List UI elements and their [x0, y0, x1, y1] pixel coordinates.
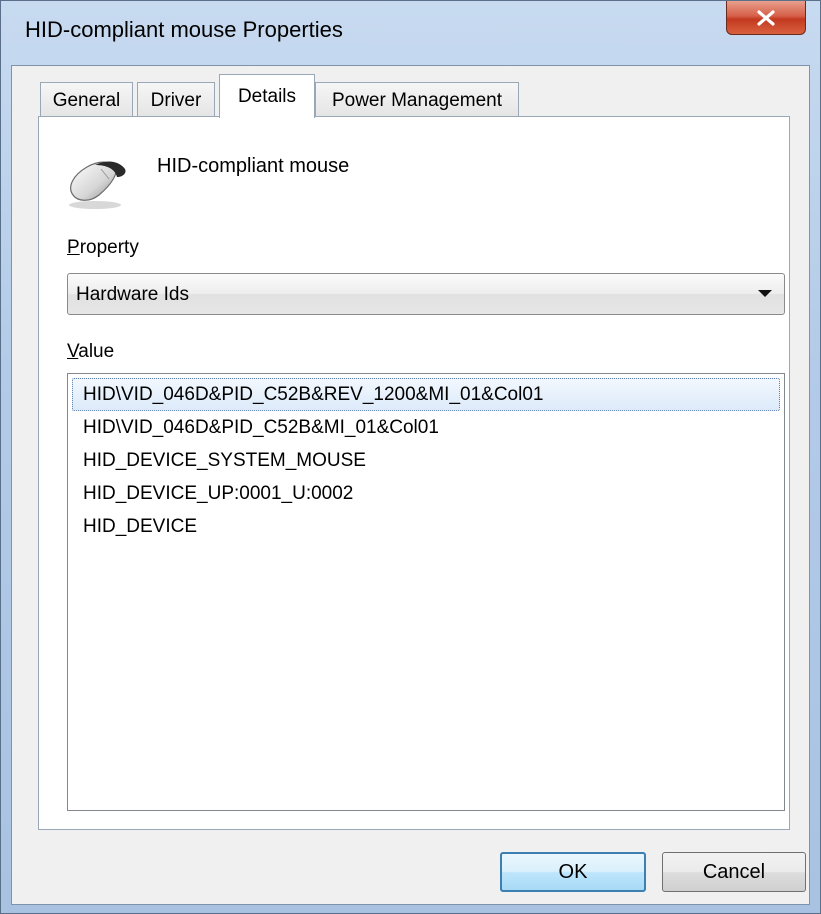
ok-button[interactable]: OK [500, 852, 646, 892]
cancel-button[interactable]: Cancel [662, 852, 806, 892]
tab-details[interactable]: Details [219, 74, 315, 118]
property-dropdown[interactable]: Hardware Ids [67, 273, 785, 315]
list-item[interactable]: HID_DEVICE [72, 510, 780, 543]
property-dropdown-value: Hardware Ids [76, 284, 189, 305]
title-bar[interactable]: HID-compliant mouse Properties [1, 1, 820, 61]
close-icon [756, 9, 776, 26]
properties-dialog: HID-compliant mouse Properties General D… [0, 0, 821, 914]
tab-power-management[interactable]: Power Management [315, 82, 519, 118]
value-label-mnemonic: V [67, 341, 79, 362]
value-label: Value [67, 341, 114, 363]
list-item[interactable]: HID_DEVICE_UP:0001_U:0002 [72, 477, 780, 510]
tab-details-label: Details [237, 85, 297, 107]
tab-driver[interactable]: Driver [137, 82, 215, 118]
list-item[interactable]: HID\VID_046D&PID_C52B&REV_1200&MI_01&Col… [72, 378, 780, 411]
property-label-rest: roperty [79, 237, 139, 258]
mouse-icon [65, 151, 135, 211]
property-label-mnemonic: P [67, 237, 80, 258]
device-name: HID-compliant mouse [157, 155, 350, 177]
list-item[interactable]: HID\VID_046D&PID_C52B&MI_01&Col01 [72, 411, 780, 444]
chevron-down-icon [758, 290, 772, 297]
value-label-rest: alue [78, 341, 115, 362]
window-title: HID-compliant mouse Properties [25, 17, 343, 42]
property-label: Property [67, 237, 139, 259]
dialog-client-area: General Driver Details Power Management [11, 65, 810, 905]
close-button[interactable] [726, 1, 806, 35]
tab-power-management-label: Power Management [331, 89, 503, 111]
tab-general-label: General [52, 89, 121, 111]
tab-driver-label: Driver [150, 89, 202, 111]
list-item[interactable]: HID_DEVICE_SYSTEM_MOUSE [72, 444, 780, 477]
details-panel: HID-compliant mouse Property Hardware Id… [38, 116, 790, 830]
value-listbox[interactable]: HID\VID_046D&PID_C52B&REV_1200&MI_01&Col… [67, 373, 785, 811]
tab-general[interactable]: General [40, 82, 133, 118]
